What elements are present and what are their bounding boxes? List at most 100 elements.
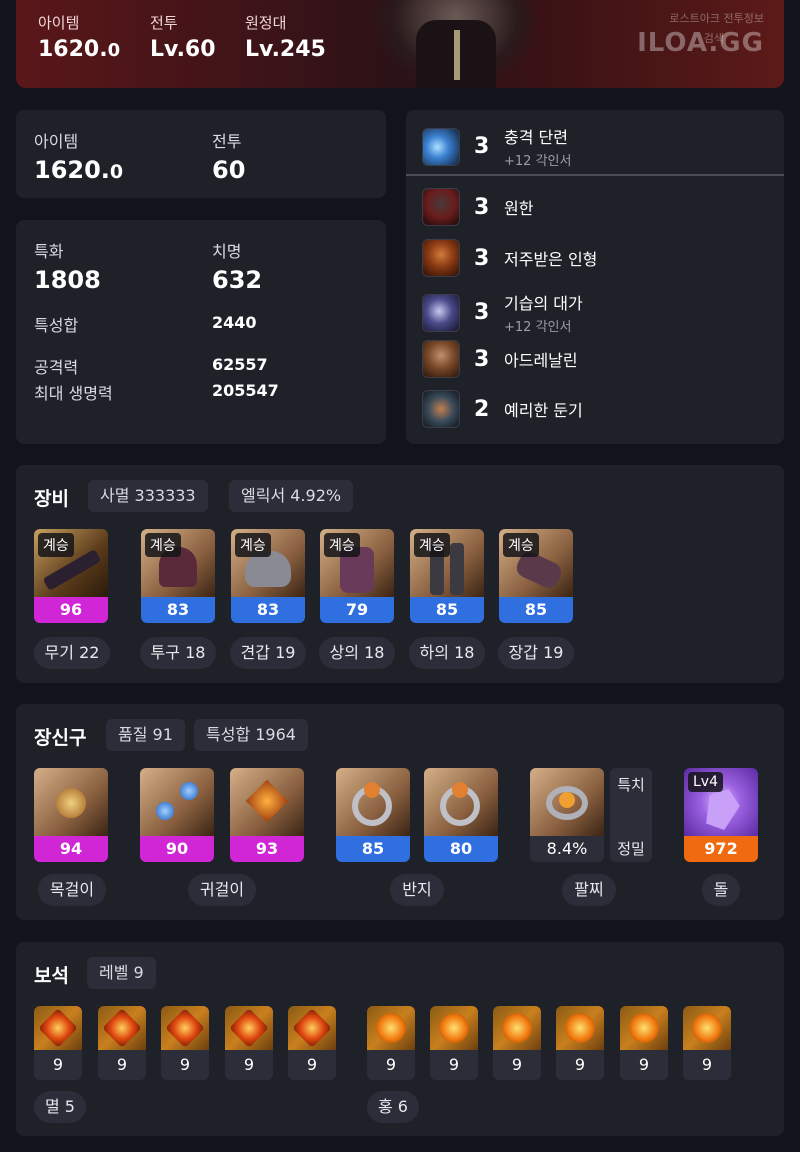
equipment-card: 장비 사멸 333333 엘릭서 4.92% 계승 96 계승 83 계승 83…: [16, 465, 784, 683]
chest-label: 상의 18: [319, 637, 395, 669]
quality-value: 93: [230, 836, 304, 862]
helmet-icon: 계승: [141, 529, 215, 597]
cursed-doll-icon: [422, 239, 460, 277]
grudge-icon: [422, 188, 460, 226]
bracelet-stats: 특치 정밀: [610, 768, 652, 862]
gem-level-chip: 레벨 9: [87, 957, 156, 989]
earring-icon: [140, 768, 214, 836]
annihilation-count: 멸 5: [34, 1091, 86, 1123]
crimson-gem-icon: [493, 1006, 541, 1050]
crimson-gem[interactable]: 9: [620, 1006, 668, 1080]
bracelet-value: 8.4%: [530, 836, 604, 862]
adrenaline-icon: [422, 340, 460, 378]
accessories-title: 장신구: [34, 727, 87, 749]
annihilation-gem[interactable]: 9: [161, 1006, 209, 1080]
accessories-card: 장신구 품질 91 특성합 1964 94 90 93 85 80 8.4% 특…: [16, 704, 784, 920]
helmet-label: 투구 18: [140, 637, 216, 669]
gem-level: 9: [225, 1050, 273, 1080]
crimson-gem[interactable]: 9: [556, 1006, 604, 1080]
crimson-gem-icon: [430, 1006, 478, 1050]
equipment-pants[interactable]: 계승 85: [410, 529, 484, 623]
gem-level: 9: [493, 1050, 541, 1080]
necklace-icon: [34, 768, 108, 836]
annihilation-gem-icon: [34, 1006, 82, 1050]
engraving-row[interactable]: 3 아드레날린: [422, 340, 578, 378]
stone-value: 972: [684, 836, 758, 862]
combat-level: 전투 60: [212, 128, 245, 184]
accessory-ring-2[interactable]: 80: [424, 768, 498, 862]
equipment-title: 장비: [34, 488, 69, 510]
set-chip: 사멸 333333: [88, 480, 208, 512]
inherit-tag: 계승: [324, 533, 360, 557]
inherit-tag: 계승: [38, 533, 74, 557]
annihilation-gem[interactable]: 9: [225, 1006, 273, 1080]
engraving-row[interactable]: 2 예리한 둔기: [422, 390, 583, 428]
gems-title: 보석: [34, 965, 69, 987]
ring-icon: [336, 768, 410, 836]
bracelet-label: 팔찌: [562, 874, 616, 906]
watermark-top: 로스트아크 전투정보: [669, 12, 764, 25]
engravings-card: 3 충격 단련 +12 각인서 3 원한 3 저주받은 인형 3 기습의 대가 …: [406, 110, 784, 444]
crimson-gem-icon: [367, 1006, 415, 1050]
engraving-book: +12 각인서: [504, 320, 572, 335]
specialization-label: 특화: [34, 242, 64, 261]
equipment-weapon[interactable]: 계승 96: [34, 529, 108, 623]
crimson-gem[interactable]: 9: [493, 1006, 541, 1080]
combat-level-label: 전투: [212, 132, 242, 151]
stat-total-label: 특성합: [34, 316, 79, 335]
watermark-brand: ILOA.GG: [637, 28, 764, 58]
equipment-helmet[interactable]: 계승 83: [141, 529, 215, 623]
max-hp-value: 205547: [212, 381, 279, 400]
crimson-gem[interactable]: 9: [430, 1006, 478, 1080]
engraving-level: 3: [474, 245, 490, 271]
engraving-row[interactable]: 3 원한: [422, 188, 533, 226]
ability-stone[interactable]: Lv4 972: [684, 768, 758, 862]
engraving-name: 충격 단련: [504, 128, 568, 147]
stats-card: 특화 1808 치명 632 특성합 2440 공격력 62557 최대 생명력…: [16, 220, 386, 444]
equipment-gloves[interactable]: 계승 85: [499, 529, 573, 623]
gem-level: 9: [161, 1050, 209, 1080]
accessory-ring-1[interactable]: 85: [336, 768, 410, 862]
equipment-shoulder[interactable]: 계승 83: [231, 529, 305, 623]
annihilation-gem[interactable]: 9: [98, 1006, 146, 1080]
ring-label: 반지: [390, 874, 444, 906]
master-ambush-icon: [422, 293, 460, 332]
accessory-bracelet[interactable]: 8.4%: [530, 768, 604, 862]
engraving-row[interactable]: 3 충격 단련 +12 각인서: [422, 124, 571, 169]
character-banner: 아이템 1620.0 전투 Lv.60 원정대 Lv.245 로스트아크 전투정…: [16, 0, 784, 88]
gem-level: 9: [620, 1050, 668, 1080]
quality-value: 85: [336, 836, 410, 862]
inherit-tag: 계승: [503, 533, 539, 557]
annihilation-gem[interactable]: 9: [288, 1006, 336, 1080]
quality-value: 85: [410, 597, 484, 623]
equipment-chest[interactable]: 계승 79: [320, 529, 394, 623]
crimson-gem[interactable]: 9: [367, 1006, 415, 1080]
weapon-icon: 계승: [34, 529, 108, 597]
quality-value: 96: [34, 597, 108, 623]
gem-level: 9: [288, 1050, 336, 1080]
engraving-divider: [406, 174, 784, 176]
accessory-earring-1[interactable]: 90: [140, 768, 214, 862]
quality-value: 94: [34, 836, 108, 862]
crimson-gem-icon: [620, 1006, 668, 1050]
engraving-name: 저주받은 인형: [504, 250, 598, 269]
quality-value: 79: [320, 597, 394, 623]
gem-level: 9: [34, 1050, 82, 1080]
accessory-necklace[interactable]: 94: [34, 768, 108, 862]
engraving-level: 3: [474, 346, 490, 372]
engraving-text: 기습의 대가 +12 각인서: [496, 290, 583, 335]
crit-label: 치명: [212, 242, 242, 261]
stone-level-tag: Lv4: [688, 772, 723, 792]
character-portrait: [376, 0, 536, 88]
crimson-gem[interactable]: 9: [683, 1006, 731, 1080]
engraving-row[interactable]: 3 저주받은 인형: [422, 239, 597, 277]
banner-combat-label: 전투: [150, 14, 178, 32]
annihilation-gem[interactable]: 9: [34, 1006, 82, 1080]
crimson-gem-icon: [683, 1006, 731, 1050]
max-hp-label: 최대 생명력: [34, 384, 113, 403]
attack-value: 62557: [212, 355, 268, 374]
stat-total-value: 2440: [212, 313, 257, 332]
gems-card: 보석 레벨 9 9 9 9 9 9 9 9 9 9 9 9 멸 5 홍 6: [16, 942, 784, 1136]
engraving-row[interactable]: 3 기습의 대가 +12 각인서: [422, 290, 583, 335]
accessory-earring-2[interactable]: 93: [230, 768, 304, 862]
